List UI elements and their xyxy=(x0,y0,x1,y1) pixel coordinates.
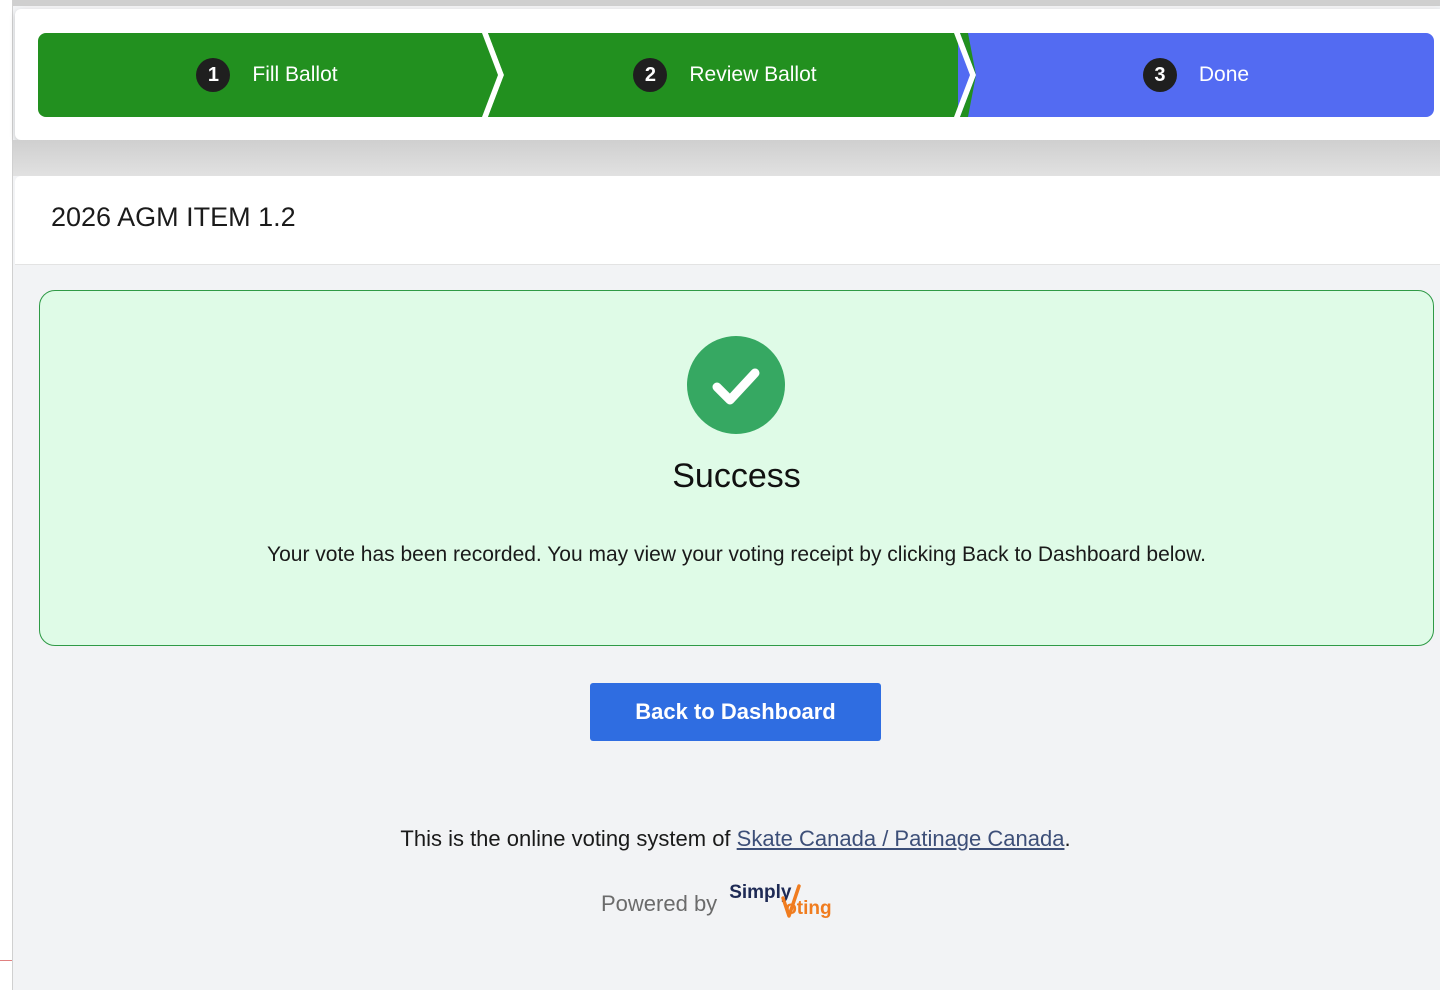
step-number-3: 3 xyxy=(1142,58,1177,92)
step-number-2: 2 xyxy=(633,58,668,92)
step-fill-ballot: 1 Fill Ballot xyxy=(38,33,496,117)
step-separator-chevron-icon xyxy=(482,33,504,117)
simplyvoting-logo[interactable]: Simply oting xyxy=(729,882,853,926)
check-circle-icon xyxy=(687,336,785,434)
checkmark-icon xyxy=(712,368,760,405)
ballot-card: 2026 AGM ITEM 1.2 Success Your vote has … xyxy=(15,176,1440,990)
powered-by-label: Powered by xyxy=(601,891,718,916)
page-viewport: 1 Fill Ballot 2 Review Ballot 3 Done 202… xyxy=(12,0,1440,990)
ballot-card-header: 2026 AGM ITEM 1.2 xyxy=(15,176,1440,265)
success-alert: Success Your vote has been recorded. You… xyxy=(39,290,1434,646)
step-separator-chevron-icon xyxy=(954,33,976,117)
step-number-1: 1 xyxy=(196,58,231,92)
footer-prefix: This is the online voting system of xyxy=(400,826,737,851)
success-message: Your vote has been recorded. You may vie… xyxy=(267,543,1206,566)
success-title: Success xyxy=(672,457,801,495)
ballot-title: 2026 AGM ITEM 1.2 xyxy=(51,202,296,232)
step-label-done: Done xyxy=(1198,63,1250,86)
logo-voting-text: oting xyxy=(785,898,832,919)
powered-by: Powered by Simply oting xyxy=(601,882,853,926)
footer-text: This is the online voting system of Skat… xyxy=(15,826,1440,852)
step-review-ballot: 2 Review Ballot xyxy=(488,33,962,117)
step-label-review-ballot: Review Ballot xyxy=(689,63,817,86)
ballot-stepper: 1 Fill Ballot 2 Review Ballot 3 Done xyxy=(38,33,1434,117)
organization-link[interactable]: Skate Canada / Patinage Canada xyxy=(737,826,1065,851)
step-done: 3 Done xyxy=(958,33,1434,117)
progress-card-shadow xyxy=(13,140,1440,176)
step-label-fill-ballot: Fill Ballot xyxy=(252,63,338,86)
back-to-dashboard-button[interactable]: Back to Dashboard xyxy=(590,683,881,741)
footer-suffix: . xyxy=(1064,826,1071,851)
progress-card: 1 Fill Ballot 2 Review Ballot 3 Done xyxy=(15,9,1440,140)
page-edge-mark xyxy=(0,960,12,961)
top-strip xyxy=(13,0,1440,6)
